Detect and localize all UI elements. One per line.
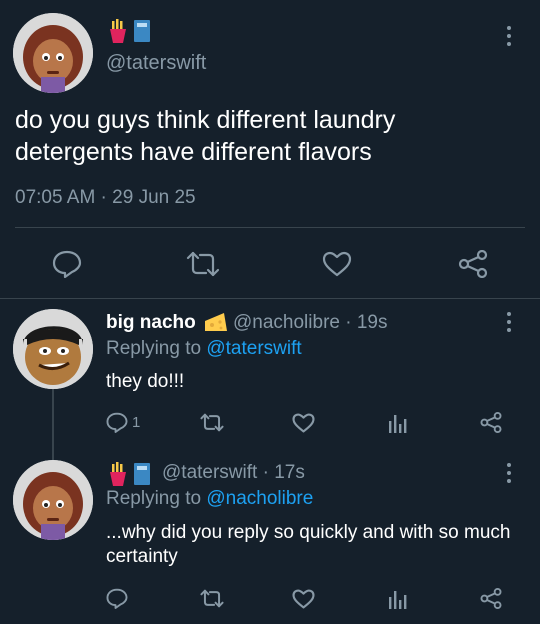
share-icon[interactable] <box>458 250 488 278</box>
replying-to-line: Replying to @taterswift <box>106 338 302 360</box>
reply-more-icon[interactable] <box>503 312 515 332</box>
analytics-icon[interactable] <box>388 413 408 433</box>
reply-icon[interactable]: 1 <box>106 412 140 433</box>
divider <box>15 227 525 228</box>
blue-book-emoji <box>133 19 151 48</box>
blue-book-emoji <box>133 462 151 491</box>
cheese-emoji <box>204 311 228 338</box>
replying-to-line: Replying to @nacholibre <box>106 488 313 510</box>
divider <box>0 298 540 299</box>
reply-text: ...why did you reply so quickly and with… <box>106 522 511 567</box>
replying-to-mention[interactable]: @taterswift <box>206 338 301 359</box>
reply-handle-time[interactable]: @taterswift · 17s <box>162 462 305 484</box>
reply-text: they do!!! <box>106 371 185 392</box>
analytics-icon[interactable] <box>388 589 408 609</box>
like-icon[interactable] <box>292 413 315 433</box>
thread-line <box>52 388 54 460</box>
avatar-taterswift[interactable] <box>13 13 93 93</box>
main-tweet-timestamp: 07:05 AM · 29 Jun 25 <box>15 187 196 208</box>
reply-icon[interactable] <box>106 588 128 609</box>
reply-count: 1 <box>132 414 141 431</box>
main-tweet-more-icon[interactable] <box>503 26 515 46</box>
avatar-taterswift[interactable] <box>13 460 93 540</box>
retweet-icon[interactable] <box>186 251 220 277</box>
reply-handle-time[interactable]: @nacholibre · 19s <box>233 312 387 334</box>
reply-icon[interactable] <box>52 250 82 278</box>
retweet-icon[interactable] <box>200 413 224 432</box>
share-icon[interactable] <box>480 588 502 609</box>
share-icon[interactable] <box>480 412 502 433</box>
retweet-icon[interactable] <box>200 589 224 608</box>
like-icon[interactable] <box>292 589 315 609</box>
fries-emoji <box>108 462 128 491</box>
reply-more-icon[interactable] <box>503 463 515 483</box>
like-icon[interactable] <box>322 251 352 277</box>
reply-display-name[interactable]: big nacho <box>106 312 196 334</box>
main-tweet-text: do you guys think different laundry dete… <box>15 106 396 166</box>
fries-emoji <box>108 19 128 48</box>
main-tweet-handle[interactable]: @taterswift <box>106 52 206 75</box>
avatar-nacholibre[interactable] <box>13 309 93 389</box>
replying-to-label: Replying to <box>106 488 207 509</box>
replying-to-mention[interactable]: @nacholibre <box>206 488 313 509</box>
replying-to-label: Replying to <box>106 338 207 359</box>
